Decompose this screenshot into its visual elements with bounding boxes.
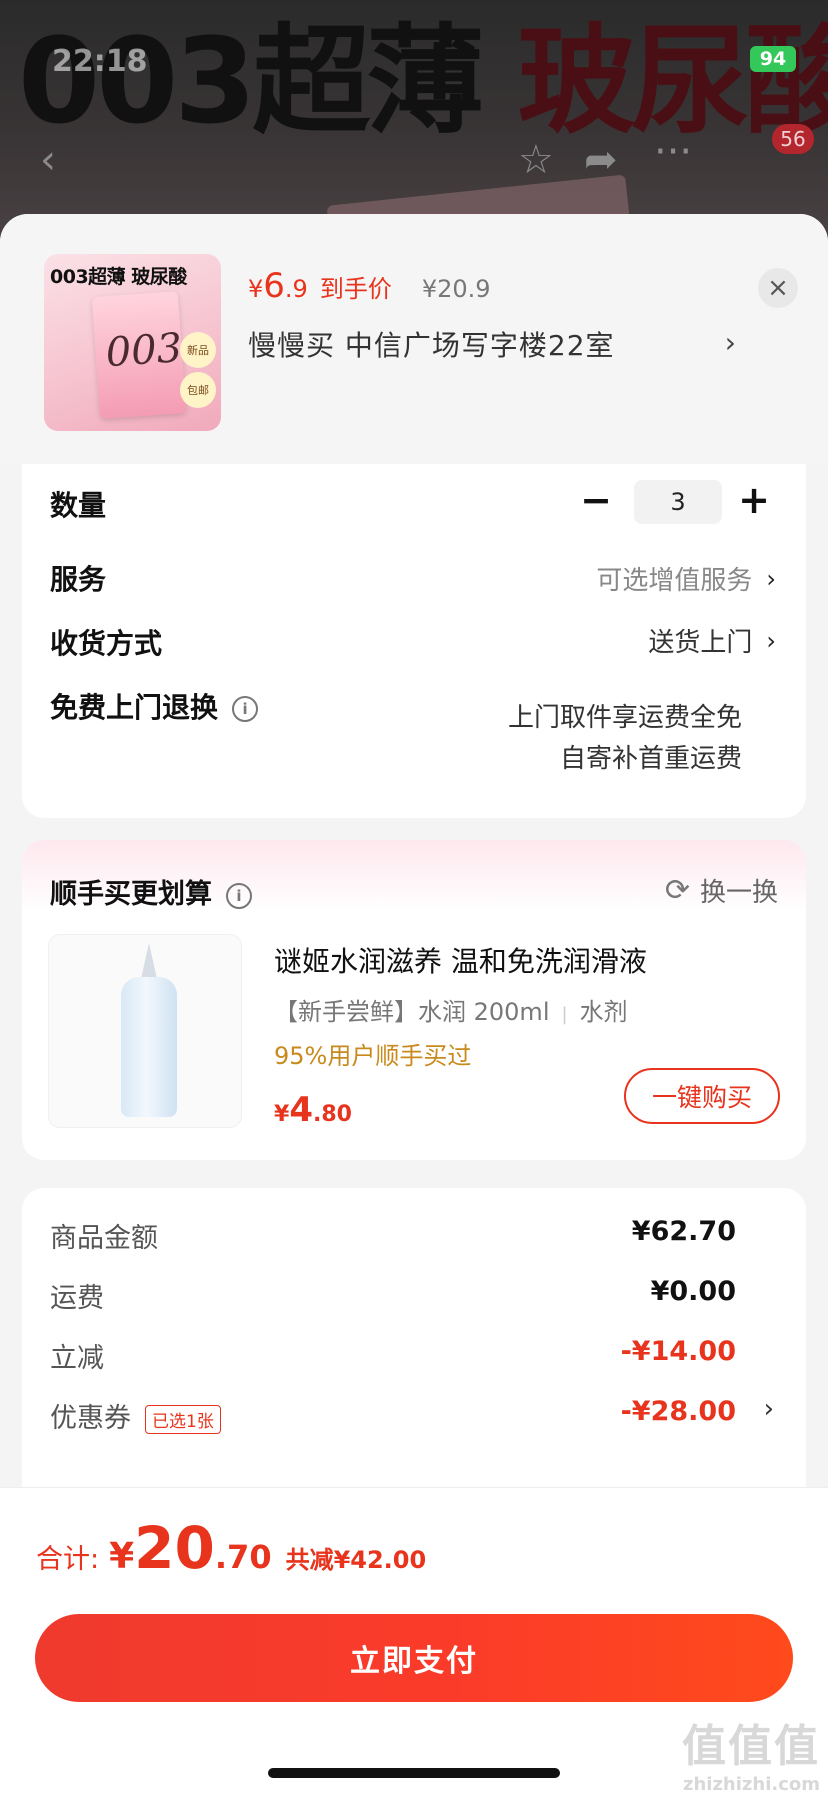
upsell-price: ¥4.80: [274, 1090, 352, 1130]
shipping-label: 运费: [50, 1283, 104, 1314]
goods-amount-value: ¥62.70: [631, 1216, 736, 1247]
shipping-value: ¥0.00: [650, 1276, 736, 1307]
watermark: 值值值 zhizhizhi.com: [682, 1721, 820, 1793]
delivery-method-selector[interactable]: 送货上门 ›: [648, 622, 776, 659]
refresh-icon: ⟳: [664, 873, 690, 908]
one-click-buy-button[interactable]: 一键购买: [624, 1068, 780, 1124]
price-summary-card: 商品金额 ¥62.70 运费 ¥0.00 立减 -¥14.00 优惠券 已选1张 …: [22, 1188, 806, 1508]
goods-amount-label: 商品金额: [50, 1223, 158, 1254]
background-product-page: 003超薄 玻尿酸 22:18 94 ‹ ☆ ➦ ··· 56: [0, 0, 828, 240]
order-total: 合计: ¥20.70 共减¥42.00: [36, 1514, 427, 1582]
coupon-label[interactable]: 优惠券 已选1张: [50, 1396, 221, 1435]
battery-icon: 94: [750, 46, 796, 72]
quantity-decrease-button[interactable]: −: [580, 478, 612, 522]
chevron-right-icon: ›: [766, 626, 776, 655]
coupon-value[interactable]: -¥28.00: [621, 1396, 736, 1427]
swap-button[interactable]: ⟳ 换一换: [665, 872, 778, 909]
quantity-input[interactable]: 3: [634, 480, 722, 524]
upsell-card: 顺手买更划算 i ⟳ 换一换 谜姬水润滋养 温和免洗润滑液 【新手尝鲜】水润 200…: [22, 840, 806, 1160]
status-time: 22:18: [52, 44, 148, 79]
close-button[interactable]: ×: [758, 268, 798, 308]
upsell-product-spec: 【新手尝鲜】水润 200ml | 水剂: [274, 998, 628, 1026]
thumbnail-title: 003超薄 玻尿酸: [50, 266, 187, 288]
upsell-product-image[interactable]: [48, 934, 242, 1128]
quantity-increase-button[interactable]: +: [738, 478, 770, 522]
back-arrow-icon[interactable]: ‹: [40, 140, 56, 180]
free-return-label: 免费上门退换 i: [50, 686, 259, 726]
upsell-product-name[interactable]: 谜姬水润滋养 温和免洗润滑液: [274, 940, 647, 980]
options-card: 数量 − 3 + 服务 可选增值服务 › 收货方式 送货上门 › 免费上门退换 i 上…: [22, 464, 806, 818]
thumbnail-tag: 包邮: [180, 372, 216, 408]
star-icon[interactable]: ☆: [518, 140, 554, 180]
product-price: ¥6.9 到手价 ¥20.9: [248, 266, 491, 306]
chevron-right-icon[interactable]: ›: [725, 326, 736, 359]
original-price: ¥20.9: [421, 275, 491, 303]
thumbnail-tag: 新品: [180, 332, 216, 368]
product-thumbnail: 003超薄 玻尿酸 003 新品 包邮: [44, 254, 221, 431]
bottle-body-shape: [121, 977, 177, 1117]
sheet-header: 003超薄 玻尿酸 003 新品 包邮 ¥6.9 到手价 ¥20.9 慢慢买 中…: [0, 214, 828, 464]
pay-now-button[interactable]: 立即支付: [35, 1614, 793, 1702]
service-label: 服务: [50, 563, 107, 596]
cart-count-badge: 56: [772, 124, 814, 154]
delivery-method-label: 收货方式: [50, 627, 163, 660]
chevron-right-icon: ›: [766, 564, 776, 593]
final-price-tag: 到手价: [319, 275, 392, 303]
share-icon[interactable]: ➦: [584, 140, 618, 180]
background-banner: 003超薄 玻尿酸: [18, 12, 828, 150]
product-box-image: 003: [91, 291, 187, 419]
checkout-bar: 合计: ¥20.70 共减¥42.00 立即支付 值值值 zhizhizhi.c…: [0, 1488, 828, 1793]
delivery-address[interactable]: 慢慢买 中信广场写字楼22室: [248, 324, 615, 364]
total-saved: 共减¥42.00: [285, 1546, 427, 1574]
discount-label: 立减: [50, 1343, 104, 1374]
info-icon[interactable]: i: [232, 696, 259, 722]
discount-value: -¥14.00: [620, 1336, 736, 1367]
chevron-right-icon[interactable]: ›: [764, 1394, 774, 1424]
free-return-note: 上门取件享运费全免 自寄补首重运费: [507, 703, 742, 774]
social-proof-text: 95%用户顺手买过: [274, 1042, 472, 1070]
home-indicator[interactable]: [268, 1768, 560, 1778]
quantity-label: 数量: [50, 489, 107, 522]
upsell-title: 顺手买更划算 i: [50, 872, 252, 911]
service-selector[interactable]: 可选增值服务 ›: [596, 560, 776, 597]
more-icon[interactable]: ···: [654, 132, 692, 172]
bottle-cap-shape: [141, 943, 157, 979]
coupon-selected-badge: 已选1张: [145, 1405, 221, 1434]
info-icon[interactable]: i: [226, 882, 252, 909]
